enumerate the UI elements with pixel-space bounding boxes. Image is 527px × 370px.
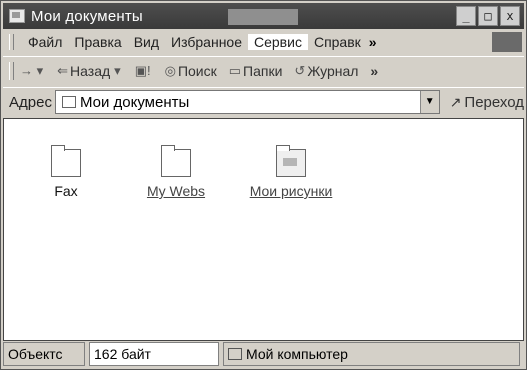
back-dropdown-icon: ▾: [114, 63, 121, 78]
folders-icon: ▭: [228, 63, 242, 78]
menu-view[interactable]: Вид: [128, 34, 165, 50]
address-value[interactable]: Мои документы: [80, 94, 189, 111]
address-dropdown-icon[interactable]: ▼: [419, 91, 439, 113]
toolbar-grip[interactable]: [9, 62, 14, 80]
folder-icon: [161, 145, 191, 177]
menu-favorites[interactable]: Избранное: [165, 34, 248, 50]
toolbar: → ▾ ⇐ Назад ▾ ▣! ◎ Поиск ▭ Папки ↺ Журна…: [3, 56, 524, 85]
folder-small-icon: [61, 96, 76, 108]
address-label: Адрес: [9, 93, 52, 111]
history-label: Журнал: [307, 63, 359, 79]
status-bar: Объектс 162 байт Мой компьютер: [3, 341, 524, 367]
go-arrow-icon: ↗: [449, 93, 462, 110]
status-size: 162 байт: [89, 342, 219, 366]
pictures-folder-icon: [276, 145, 306, 177]
file-label: Fax: [54, 183, 78, 199]
file-item-fax[interactable]: Fax: [16, 145, 116, 199]
address-bar: Адрес Мои документы ▼ ↗ Переход: [3, 87, 524, 116]
menu-overflow-icon[interactable]: »: [369, 34, 377, 50]
status-objects: Объектс: [3, 342, 85, 366]
folders-label: Папки: [243, 63, 283, 79]
close-button[interactable]: x: [500, 6, 520, 26]
menu-edit[interactable]: Правка: [68, 34, 127, 50]
go-button[interactable]: ↗ Переход: [450, 94, 524, 111]
file-item-mypictures[interactable]: Мои рисунки: [241, 145, 341, 199]
history-button[interactable]: ↺ Журнал: [294, 63, 358, 79]
window-title: Мои документы: [31, 7, 143, 25]
search-label: Поиск: [177, 63, 217, 79]
back-arrow-icon: ⇐: [57, 63, 69, 78]
address-input[interactable]: Мои документы ▼: [54, 90, 440, 114]
status-location: Мой компьютер: [223, 342, 520, 366]
history-icon: ↺: [294, 63, 306, 78]
title-bar[interactable]: Мои документы _ □ x: [3, 3, 524, 29]
file-list[interactable]: Fax My Webs Мои рисунки: [3, 118, 524, 341]
search-icon: ◎: [164, 63, 176, 78]
file-label: Мои рисунки: [249, 183, 333, 199]
folders-button[interactable]: ▭ Папки: [229, 63, 283, 79]
back-label: Назад: [70, 63, 111, 79]
menu-bar: Файл Правка Вид Избранное Сервис Справк …: [3, 31, 524, 53]
explorer-window: Мои документы _ □ x Файл Правка Вид Избр…: [0, 0, 527, 370]
window-controls: _ □ x: [456, 6, 520, 26]
file-label: My Webs: [146, 183, 206, 199]
folder-app-icon: [9, 9, 25, 23]
search-button[interactable]: ◎ Поиск: [165, 63, 217, 79]
menu-file[interactable]: Файл: [22, 34, 68, 50]
toolbar-overflow[interactable]: »: [370, 63, 378, 79]
menu-tools[interactable]: Сервис: [248, 34, 308, 50]
back-button[interactable]: ⇐ Назад ▾: [57, 63, 123, 79]
go-label: Переход: [464, 93, 524, 111]
computer-icon: [228, 348, 242, 360]
up-folder-icon: ▣!: [134, 63, 151, 78]
forward-arrow-icon: → ▾: [20, 63, 44, 78]
menu-help[interactable]: Справк: [308, 34, 367, 50]
up-button[interactable]: ▣!: [135, 63, 153, 79]
forward-button[interactable]: → ▾: [20, 63, 45, 79]
minimize-button[interactable]: _: [456, 6, 476, 26]
windows-logo-icon: [492, 32, 522, 52]
menu-grip[interactable]: [9, 34, 14, 50]
title-decoration: [228, 9, 298, 25]
status-location-label: Мой компьютер: [246, 346, 348, 362]
file-item-mywebs[interactable]: My Webs: [126, 145, 226, 199]
folder-icon: [51, 145, 81, 177]
maximize-button[interactable]: □: [478, 6, 498, 26]
